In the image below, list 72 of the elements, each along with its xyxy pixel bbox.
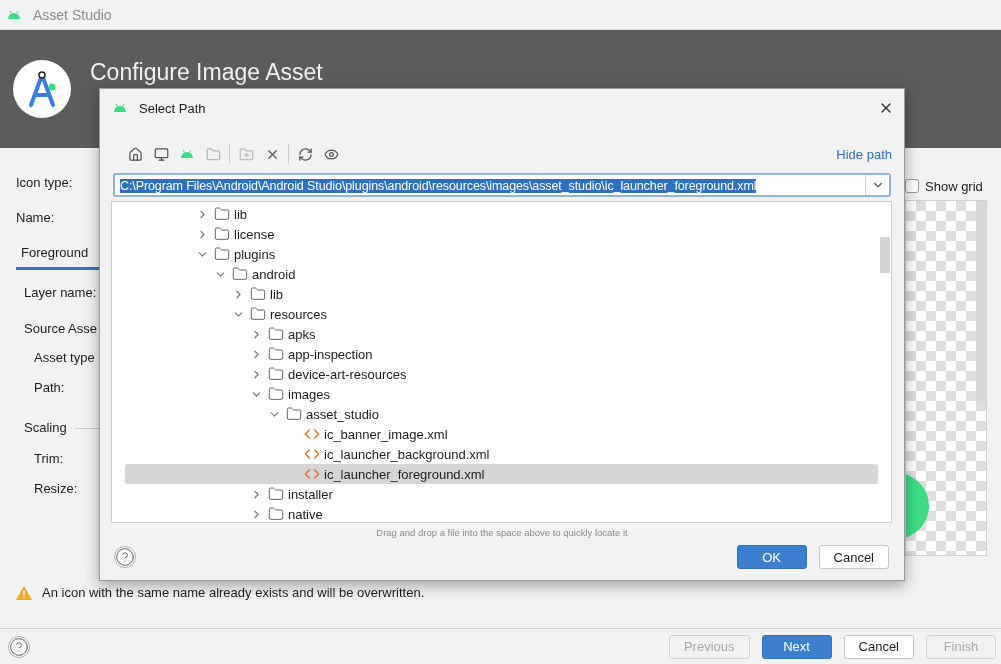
folder-icon bbox=[250, 306, 266, 322]
tree-item[interactable]: resources bbox=[125, 304, 878, 324]
tree-item[interactable]: apks bbox=[125, 324, 878, 344]
code-file-icon bbox=[304, 466, 320, 482]
help-button[interactable] bbox=[8, 635, 30, 658]
help-icon bbox=[115, 547, 135, 567]
form-label: Resize: bbox=[34, 481, 78, 496]
tree-item[interactable]: android bbox=[125, 264, 878, 284]
folder-icon bbox=[214, 206, 230, 222]
help-button[interactable] bbox=[114, 546, 136, 568]
dialog-button[interactable]: Cancel bbox=[818, 545, 889, 569]
folder-icon bbox=[268, 326, 284, 342]
android-icon bbox=[7, 9, 21, 20]
tree-item[interactable]: asset_studio bbox=[125, 404, 878, 424]
android-icon bbox=[113, 103, 127, 113]
form-label: Trim: bbox=[34, 451, 64, 466]
new-folder-icon bbox=[238, 146, 254, 162]
tree-item[interactable]: app-inspection bbox=[125, 344, 878, 364]
tree-item[interactable]: device-art-resources bbox=[125, 364, 878, 384]
wizard-button[interactable]: Cancel bbox=[843, 634, 914, 659]
checkbox-label: Show grid bbox=[925, 178, 983, 194]
form-label: Icon type: bbox=[16, 175, 73, 190]
path-combo-field[interactable]: C:\Program Files\Android\Android Studio\plugins\android\resources\images\asset_studio\ic_launcher_foreground.xml bbox=[113, 173, 891, 197]
tree-item[interactable]: plugins bbox=[125, 244, 878, 264]
tree-item[interactable]: lib bbox=[125, 284, 878, 304]
tree-item[interactable]: lib bbox=[125, 204, 878, 224]
home-icon bbox=[127, 146, 143, 162]
folder-icon bbox=[286, 406, 302, 422]
code-file-icon bbox=[304, 426, 320, 442]
help-icon bbox=[9, 636, 29, 657]
tree-item[interactable]: ic_banner_image.xml bbox=[125, 424, 878, 444]
folder-icon bbox=[214, 246, 230, 262]
hint-text: Drag and drop a file into the space above to quickly locate it bbox=[376, 527, 628, 538]
form-label: Name: bbox=[16, 210, 55, 225]
code-file-icon bbox=[304, 446, 320, 462]
form-label: Source Asse bbox=[24, 321, 97, 336]
folder-icon bbox=[214, 226, 230, 242]
folder-icon bbox=[205, 146, 221, 162]
tree-item[interactable]: native bbox=[125, 504, 878, 522]
folder-icon bbox=[250, 286, 266, 302]
form-label: Layer name: bbox=[24, 285, 97, 300]
folder-icon bbox=[268, 346, 284, 362]
folder-icon bbox=[268, 366, 284, 382]
form-label: Scaling bbox=[24, 420, 67, 435]
dialog-button[interactable]: OK bbox=[736, 545, 807, 569]
android-icon bbox=[180, 149, 194, 159]
checkbox[interactable] bbox=[905, 179, 919, 193]
eye-icon bbox=[323, 146, 339, 162]
folder-icon bbox=[268, 486, 284, 502]
monitor-icon bbox=[153, 146, 169, 162]
scrollbar[interactable] bbox=[976, 201, 986, 401]
folder-icon bbox=[268, 506, 284, 522]
dialog-title: Select Path bbox=[139, 100, 207, 116]
form-label: Path: bbox=[34, 380, 65, 395]
logo-icon bbox=[12, 59, 72, 119]
refresh-icon bbox=[297, 146, 313, 162]
hide-path-link[interactable]: Hide path bbox=[836, 146, 892, 162]
tree-item[interactable]: ic_launcher_foreground.xml bbox=[125, 464, 878, 484]
tree-item[interactable]: images bbox=[125, 384, 878, 404]
tree-item[interactable]: installer bbox=[125, 484, 878, 504]
warning-icon bbox=[16, 585, 32, 600]
form-label: Asset type bbox=[34, 350, 95, 365]
tree-item[interactable]: license bbox=[125, 224, 878, 244]
wizard-button[interactable]: Next bbox=[761, 634, 832, 659]
folder-icon bbox=[232, 266, 248, 282]
folder-icon bbox=[268, 386, 284, 402]
warning-message: An icon with the same name already exists and will be overwritten. bbox=[42, 585, 425, 600]
dropdown-button[interactable] bbox=[865, 175, 889, 195]
page-title: Configure Image Asset bbox=[90, 58, 323, 86]
tree-item[interactable]: ic_launcher_background.xml bbox=[125, 444, 878, 464]
scrollbar[interactable] bbox=[880, 237, 890, 273]
window-title: Asset Studio bbox=[33, 6, 112, 23]
